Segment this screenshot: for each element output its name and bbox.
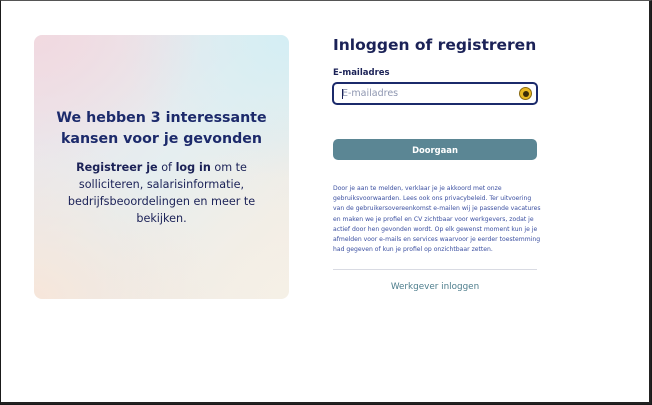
password-manager-icon[interactable] [519, 87, 532, 100]
promo-text: Registreer je of log in om te solliciter… [48, 159, 275, 227]
promo-title: We hebben 3 interessante kansen voor je … [56, 109, 267, 147]
email-label: E-mailadres [333, 68, 390, 78]
text-cursor [342, 89, 343, 99]
divider [333, 269, 537, 270]
register-link[interactable]: Registreer je [76, 161, 158, 174]
browser-viewport: We hebben 3 interessante kansen voor je … [0, 0, 652, 405]
page-title: Inloggen of registreren [333, 36, 537, 54]
promo-or-text: of [157, 160, 176, 174]
viewport-edge [649, 1, 651, 404]
login-link[interactable]: log in [176, 161, 211, 174]
email-field-wrapper [332, 82, 538, 105]
promo-card: We hebben 3 interessante kansen voor je … [34, 35, 289, 299]
continue-button[interactable]: Doorgaan [333, 139, 537, 160]
email-field[interactable] [334, 84, 536, 103]
employer-login-link[interactable]: Werkgever inloggen [333, 282, 537, 292]
legal-notice: Door je aan te melden, verklaar je je ak… [333, 185, 541, 254]
